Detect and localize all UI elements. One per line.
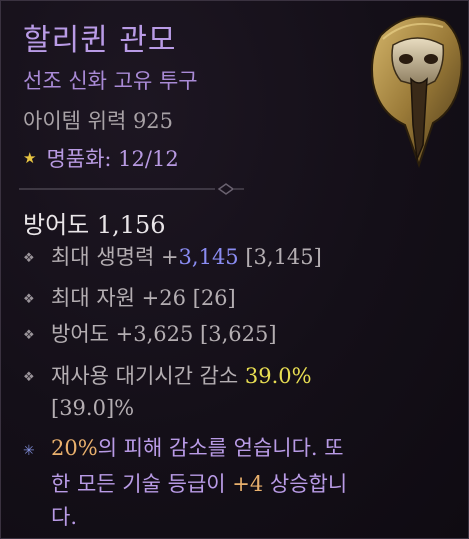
stat-line: ❖ 재사용 대기시간 감소 39.0% [39.0]%: [23, 364, 312, 420]
stat-bullet-icon: ❖: [23, 251, 35, 266]
masterwork-row: ★ 명품화: 12/12: [23, 143, 179, 173]
item-power: 아이템 위력 925: [23, 109, 174, 133]
item-rarity: 선조 신화 고유 투구: [23, 69, 198, 93]
item-tooltip: 할리퀸 관모 선조 신화 고유 투구 아이템 위력 925 ★ 명품화: 12/…: [0, 0, 469, 539]
section-divider: [19, 183, 244, 195]
stat-bullet-icon: ❖: [23, 292, 35, 307]
armor-value: 방어도 1,156: [23, 211, 166, 239]
stat-bullet-icon: ❖: [23, 370, 35, 385]
unique-aspect: ✳ 20%의 피해 감소를 얻습니다. 또 한 모든 기술 등급이 +4 상승합니…: [23, 436, 348, 529]
stat-line: ❖ 방어도 +3,625 [3,625]: [23, 319, 277, 351]
stat-line: ❖ 최대 생명력 +3,145 [3,145]: [23, 242, 322, 274]
item-name: 할리퀸 관모: [23, 23, 177, 58]
masterwork-label: 명품화: 12/12: [46, 147, 179, 171]
stat-bullet-icon: ❖: [23, 328, 35, 343]
unique-aspect-icon: ✳: [23, 443, 35, 459]
star-icon: ★: [23, 149, 37, 167]
harlequin-crest-helm-image: [371, 15, 463, 169]
stat-line: ❖ 최대 자원 +26 [26]: [23, 283, 236, 315]
